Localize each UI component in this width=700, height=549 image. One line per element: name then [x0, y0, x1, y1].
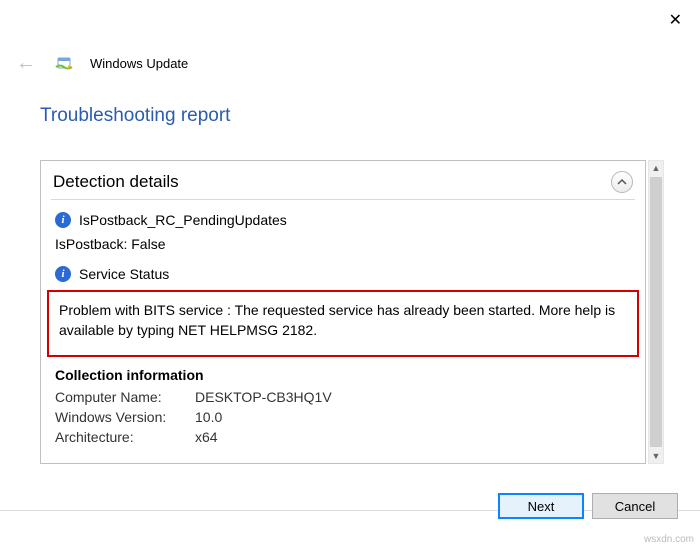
table-row: Computer Name: DESKTOP-CB3HQ1V [41, 387, 645, 407]
collapse-chevron-icon[interactable] [611, 171, 633, 193]
detection-details-title: Detection details [53, 172, 179, 192]
details-panel: Detection details i IsPostback_RC_Pendin… [40, 160, 646, 464]
scroll-down-icon[interactable]: ▼ [652, 451, 661, 461]
computer-name-label: Computer Name: [55, 389, 195, 405]
collection-information-title: Collection information [41, 363, 645, 387]
scroll-up-icon[interactable]: ▲ [652, 163, 661, 173]
detection-item-pendingupdates: i IsPostback_RC_PendingUpdates [41, 208, 645, 232]
architecture-label: Architecture: [55, 429, 195, 445]
scroll-thumb[interactable] [650, 177, 662, 447]
detection-item-label: IsPostback_RC_PendingUpdates [79, 212, 287, 228]
info-icon: i [55, 212, 71, 228]
window-title: Windows Update [90, 56, 188, 71]
windows-version-label: Windows Version: [55, 409, 195, 425]
divider [51, 199, 635, 200]
architecture-value: x64 [195, 429, 218, 445]
detection-item-label: Service Status [79, 266, 169, 282]
windows-version-value: 10.0 [195, 409, 222, 425]
computer-name-value: DESKTOP-CB3HQ1V [195, 389, 332, 405]
wizard-header: ← Windows Update [0, 0, 700, 75]
page-title: Troubleshooting report [0, 75, 700, 127]
vertical-scrollbar[interactable]: ▲ ▼ [648, 160, 664, 464]
ispostback-value: IsPostback: False [41, 232, 645, 262]
watermark: wsxdn.com [644, 534, 694, 545]
detection-item-servicestatus: i Service Status [41, 262, 645, 286]
back-arrow-icon[interactable]: ← [14, 52, 38, 75]
table-row: Architecture: x64 [41, 427, 645, 447]
table-row: Windows Version: 10.0 [41, 407, 645, 427]
problem-message: Problem with BITS service : The requeste… [47, 290, 639, 357]
detection-section-header: Detection details [41, 161, 645, 199]
next-button[interactable]: Next [498, 493, 584, 519]
cancel-button[interactable]: Cancel [592, 493, 678, 519]
wizard-buttons: Next Cancel [498, 493, 678, 519]
close-icon[interactable]: ✕ [669, 10, 682, 30]
windows-update-icon [54, 55, 74, 73]
info-icon: i [55, 266, 71, 282]
content-region: Detection details i IsPostback_RC_Pendin… [40, 160, 664, 464]
